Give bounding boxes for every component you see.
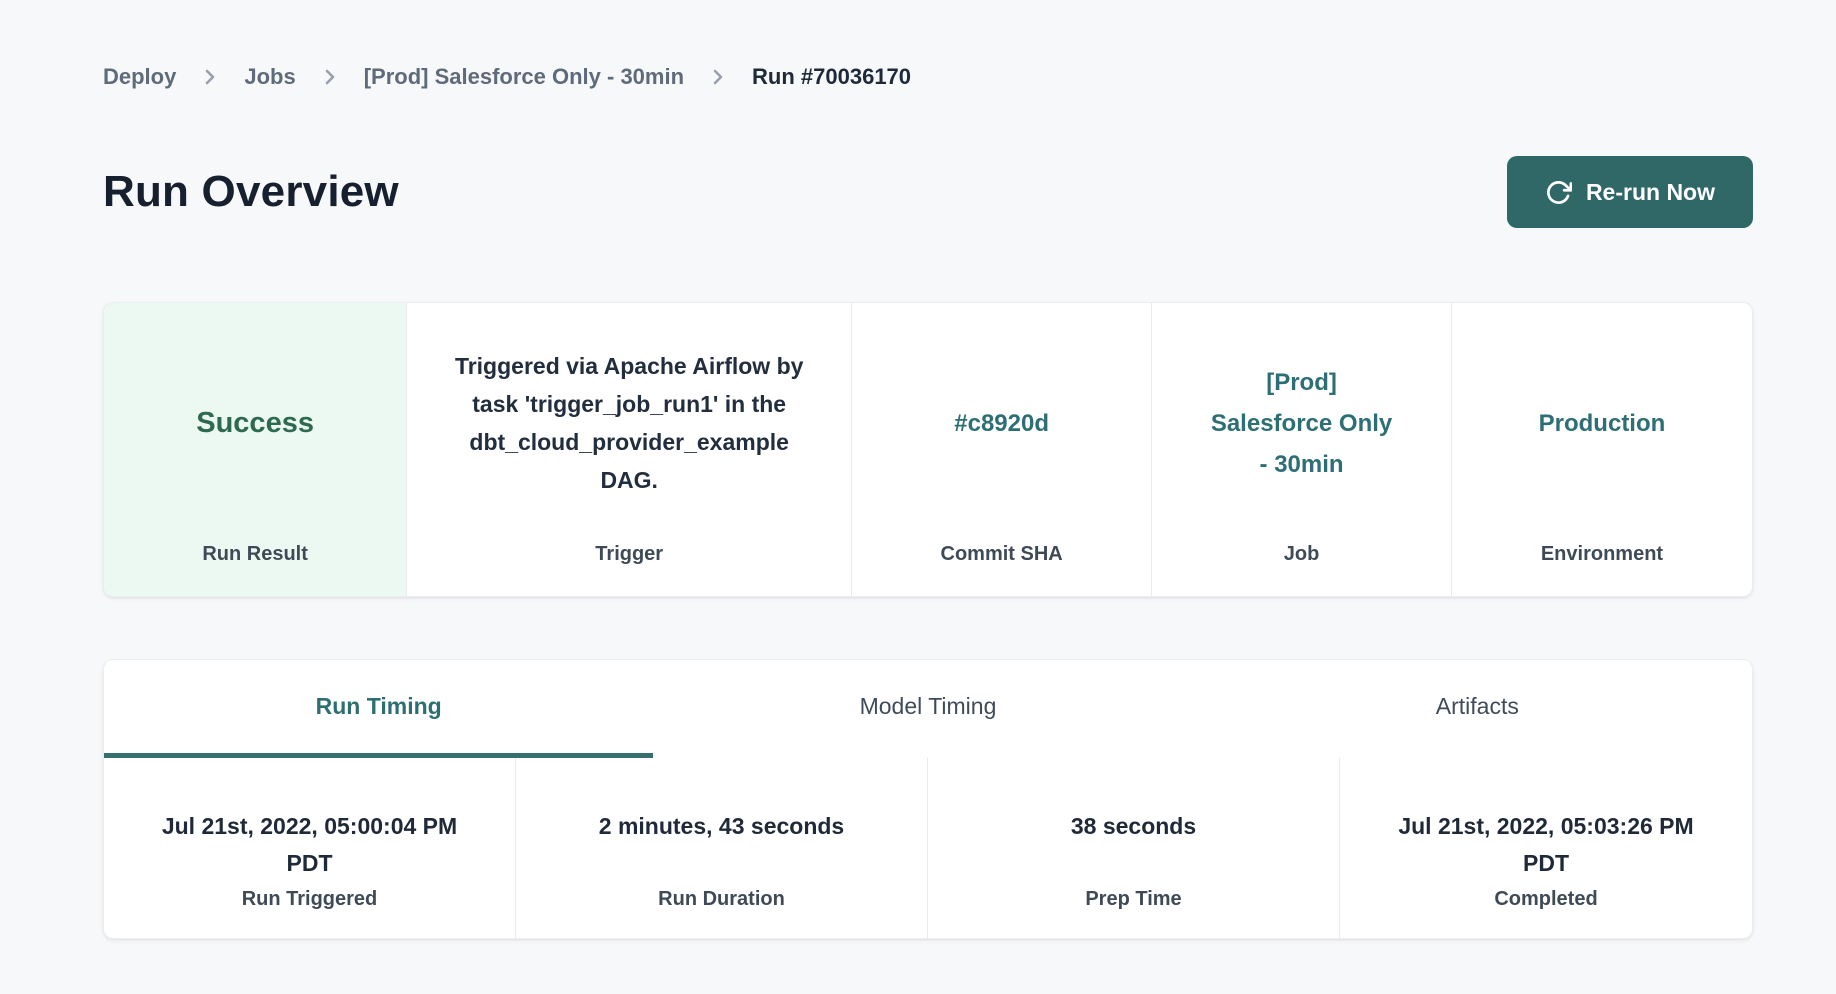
environment-label: Environment <box>1541 543 1663 566</box>
chevron-right-icon <box>710 67 726 87</box>
prep-time-value: 38 seconds <box>1071 808 1196 888</box>
completed-label: Completed <box>1494 888 1597 911</box>
tab-model-timing[interactable]: Model Timing <box>653 660 1202 758</box>
run-summary-card: Success Run Result Triggered via Apache … <box>103 302 1753 597</box>
run-result-label: Run Result <box>202 543 308 566</box>
chevron-right-icon <box>322 67 338 87</box>
timing-cell-completed: Jul 21st, 2022, 05:03:26 PM PDT Complete… <box>1340 758 1752 938</box>
tab-run-timing[interactable]: Run Timing <box>104 660 653 758</box>
timing-cell-prep-time: 38 seconds Prep Time <box>928 758 1340 938</box>
tab-bar: Run Timing Model Timing Artifacts <box>104 660 1752 758</box>
timing-row: Jul 21st, 2022, 05:00:04 PM PDT Run Trig… <box>104 758 1752 938</box>
summary-cell-environment: Production Environment <box>1452 303 1752 596</box>
breadcrumb-item-deploy[interactable]: Deploy <box>103 64 176 90</box>
chevron-right-icon <box>202 67 218 87</box>
run-result-value: Success <box>196 407 314 440</box>
run-timing-card: Run Timing Model Timing Artifacts Jul 21… <box>103 659 1753 939</box>
run-triggered-label: Run Triggered <box>242 888 378 911</box>
page-header: Run Overview Re-run Now <box>103 156 1753 228</box>
trigger-value: Triggered via Apache Airflow by task 'tr… <box>443 347 815 499</box>
job-link[interactable]: [Prod] Salesforce Only - 30min <box>1209 362 1395 485</box>
tab-artifacts[interactable]: Artifacts <box>1203 660 1752 758</box>
breadcrumb: Deploy Jobs [Prod] Salesforce Only - 30m… <box>103 0 1753 90</box>
timing-cell-run-duration: 2 minutes, 43 seconds Run Duration <box>516 758 928 938</box>
summary-cell-commit-sha: #c8920d Commit SHA <box>852 303 1152 596</box>
summary-cell-trigger: Triggered via Apache Airflow by task 'tr… <box>407 303 852 596</box>
breadcrumb-item-job-name[interactable]: [Prod] Salesforce Only - 30min <box>364 64 684 90</box>
job-label: Job <box>1284 543 1320 566</box>
rotate-cw-icon <box>1545 179 1572 206</box>
page-title: Run Overview <box>103 167 399 217</box>
run-triggered-value: Jul 21st, 2022, 05:00:04 PM PDT <box>137 808 482 888</box>
run-duration-label: Run Duration <box>658 888 785 911</box>
timing-cell-run-triggered: Jul 21st, 2022, 05:00:04 PM PDT Run Trig… <box>104 758 516 938</box>
run-duration-value: 2 minutes, 43 seconds <box>599 808 844 888</box>
trigger-label: Trigger <box>595 543 663 566</box>
completed-value: Jul 21st, 2022, 05:03:26 PM PDT <box>1374 808 1719 888</box>
summary-cell-run-result: Success Run Result <box>104 303 407 596</box>
summary-cell-job: [Prod] Salesforce Only - 30min Job <box>1152 303 1452 596</box>
commit-sha-link[interactable]: #c8920d <box>954 403 1049 444</box>
rerun-now-label: Re-run Now <box>1586 179 1715 206</box>
breadcrumb-item-jobs[interactable]: Jobs <box>244 64 295 90</box>
prep-time-label: Prep Time <box>1085 888 1181 911</box>
breadcrumb-item-run-number: Run #70036170 <box>752 64 911 90</box>
rerun-now-button[interactable]: Re-run Now <box>1507 156 1753 228</box>
environment-link[interactable]: Production <box>1539 403 1666 444</box>
commit-sha-label: Commit SHA <box>941 543 1063 566</box>
